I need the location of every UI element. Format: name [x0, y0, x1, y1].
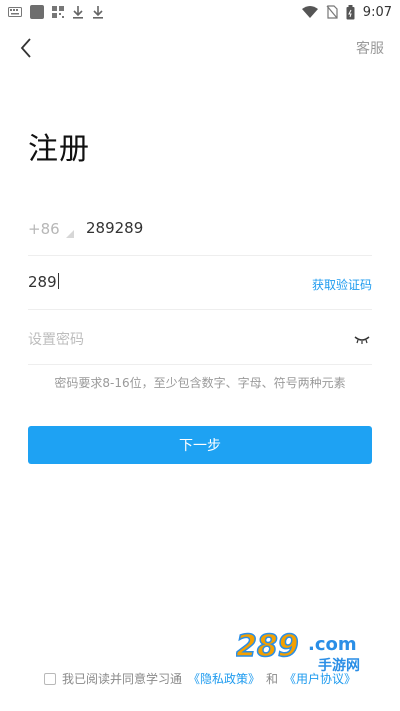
- download-icon: [72, 5, 84, 19]
- verification-code-row: 289 获取验证码: [28, 256, 372, 310]
- status-left-icons: [8, 5, 104, 19]
- country-code-selector[interactable]: +86: [28, 220, 60, 238]
- verification-code-input[interactable]: 289: [28, 273, 59, 291]
- verification-code-value: 289: [28, 273, 57, 291]
- status-bar: 9:07: [0, 0, 400, 24]
- privacy-policy-link[interactable]: 《隐私政策》: [188, 670, 260, 687]
- eye-closed-icon[interactable]: [354, 331, 370, 344]
- phone-input[interactable]: 289289: [86, 219, 143, 237]
- no-sim-icon: [326, 5, 338, 19]
- download-icon: [92, 5, 104, 19]
- password-hint: 密码要求8-16位，至少包含数字、字母、符号两种元素: [54, 376, 346, 390]
- agreement-text: 我已阅读并同意学习通: [62, 672, 183, 686]
- agreement-checkbox[interactable]: [44, 672, 56, 685]
- user-agreement-link[interactable]: 《用户协议》: [284, 670, 356, 687]
- agreement-row: 我已阅读并同意学习通 《隐私政策》 和 《用户协议》: [44, 670, 356, 687]
- chevron-left-icon: [20, 38, 31, 58]
- wifi-icon: [301, 6, 318, 18]
- password-input[interactable]: 设置密码: [28, 329, 84, 349]
- caret-down-icon[interactable]: [66, 230, 74, 238]
- keyboard-icon: [8, 7, 22, 17]
- battery-icon: [346, 4, 355, 20]
- back-button[interactable]: [12, 34, 40, 62]
- svg-text:289: 289: [236, 629, 299, 664]
- status-time: 9:07: [362, 4, 392, 20]
- customer-service-link[interactable]: 客服: [356, 38, 384, 58]
- phone-row: +86 289289: [28, 202, 372, 256]
- agreement-and: 和: [266, 672, 279, 686]
- square-icon: [30, 5, 44, 19]
- status-right-icons: 9:07: [301, 4, 392, 20]
- get-code-button[interactable]: 获取验证码: [312, 276, 372, 293]
- text-cursor: [57, 273, 59, 289]
- page-title: 注册: [28, 132, 90, 167]
- svg-text:.com: .com: [308, 634, 357, 655]
- top-bar: 客服: [0, 28, 400, 68]
- watermark-logo: 289 .com 手游网: [235, 626, 386, 676]
- qr-icon: [52, 6, 64, 18]
- next-button[interactable]: 下一步: [28, 426, 372, 464]
- password-row: 设置密码: [28, 311, 372, 365]
